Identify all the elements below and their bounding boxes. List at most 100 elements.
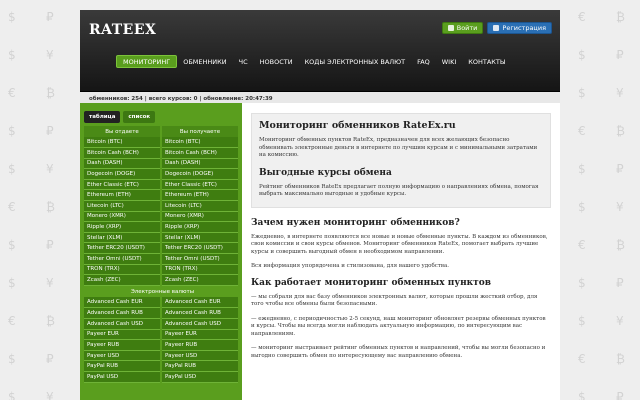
login-button[interactable]: Войти <box>441 22 484 34</box>
give-currency-cell[interactable]: PayPal USD <box>84 371 160 383</box>
get-currency-cell[interactable]: Tether ERC20 (USDT) <box>162 242 238 255</box>
currency-pattern-icon: ₽ <box>46 10 54 24</box>
give-currency-cell[interactable]: Tether Omni (USDT) <box>84 253 160 265</box>
give-currency-cell[interactable]: Tether ERC20 (USDT) <box>84 242 160 255</box>
nav-item[interactable]: ЧС <box>233 55 254 68</box>
page-title: Мониторинг обменников RateEx.ru <box>259 120 456 131</box>
get-currency-cell[interactable]: PayPal RUB <box>162 360 238 372</box>
currency-pattern-icon: € <box>8 314 16 328</box>
nav-item[interactable]: Контакты <box>462 55 511 68</box>
give-currency-cell[interactable]: TRON (TRX) <box>84 264 160 276</box>
currency-pattern-icon: $ <box>578 276 586 290</box>
give-currency-cell[interactable]: Stellar (XLM) <box>84 232 160 244</box>
get-currency-cell[interactable]: Payeer EUR <box>162 329 238 341</box>
get-currency-cell[interactable]: Zcash (ZEC) <box>162 274 238 286</box>
table-row: Ripple (XRP) Ripple (XRP) <box>84 221 238 233</box>
currency-pattern-icon: ¥ <box>616 314 624 328</box>
currency-pattern-icon: ₽ <box>46 124 54 138</box>
get-currency-cell[interactable]: Dogecoin (DOGE) <box>162 168 238 180</box>
why-paragraph: Ежедневно, в интернете появляются все но… <box>251 233 548 255</box>
currency-pattern-icon: $ <box>578 200 586 214</box>
give-currency-cell[interactable]: Bitcoin Cash (BCH) <box>84 147 160 159</box>
give-currency-cell[interactable]: Ethereum (ETH) <box>84 189 160 202</box>
register-button[interactable]: Регистрация <box>487 22 552 34</box>
table-row: Monero (XMR) Monero (XMR) <box>84 211 238 223</box>
table-row: Payeer RUB Payeer RUB <box>84 339 238 351</box>
give-currency-cell[interactable]: PayPal RUB <box>84 360 160 372</box>
table-row: Dash (DASH) Dash (DASH) <box>84 158 238 170</box>
give-currency-cell[interactable]: Advanced Cash RUB <box>84 307 160 319</box>
login-icon <box>447 25 454 31</box>
currency-pattern-icon: € <box>578 124 586 138</box>
table-row: Litecoin (LTC) Litecoin (LTC) <box>84 200 238 212</box>
register-label: Регистрация <box>502 24 546 32</box>
give-currency-cell[interactable]: Dash (DASH) <box>84 158 160 170</box>
get-currency-cell[interactable]: Litecoin (LTC) <box>162 200 238 212</box>
currency-pattern-icon: $ <box>578 390 586 400</box>
table-row: Bitcoin Cash (BCH) Bitcoin Cash (BCH) <box>84 147 238 159</box>
currency-pattern-icon: $ <box>8 238 16 252</box>
currency-pattern-icon: ¥ <box>46 48 54 62</box>
give-currency-cell[interactable]: Payeer EUR <box>84 329 160 341</box>
currency-pattern-icon: $ <box>8 390 16 400</box>
nav-item[interactable]: Новости <box>254 55 299 68</box>
nav-item[interactable]: Коды электронных валют <box>299 55 412 68</box>
get-currency-cell[interactable]: Dash (DASH) <box>162 158 238 170</box>
currency-pattern-icon: € <box>578 10 586 24</box>
nav-item[interactable]: Wiki <box>436 55 463 68</box>
currency-pattern-icon: $ <box>8 162 16 176</box>
login-label: Войти <box>456 24 478 32</box>
get-currency-cell[interactable]: Advanced Cash EUR <box>162 297 238 309</box>
get-currency-cell[interactable]: PayPal USD <box>162 371 238 383</box>
give-currency-cell[interactable]: Advanced Cash EUR <box>84 297 160 309</box>
intro-paragraph: Мониторинг обменных пунктов RateEx, пред… <box>259 137 538 158</box>
give-currency-cell[interactable]: Zcash (ZEC) <box>84 274 160 286</box>
get-currency-cell[interactable]: Ethereum (ETH) <box>162 189 238 202</box>
info-paragraph: Вся информация упорядочена и стилизована… <box>251 263 450 269</box>
link-icon <box>493 25 500 31</box>
get-currency-cell[interactable]: Payeer RUB <box>162 339 238 351</box>
currency-pattern-icon: ¥ <box>46 276 54 290</box>
give-currency-cell[interactable]: Litecoin (LTC) <box>84 200 160 212</box>
give-currency-cell[interactable]: Ripple (XRP) <box>84 221 160 233</box>
nav-item[interactable]: Обменники <box>177 55 232 68</box>
get-currency-cell[interactable]: Ripple (XRP) <box>162 221 238 233</box>
how-paragraph-2: — ежедневно, с периодичностью 2-5 секунд… <box>251 315 546 337</box>
get-currency-cell[interactable]: Bitcoin (BTC) <box>162 137 238 149</box>
currency-pattern-icon: ¥ <box>616 86 624 100</box>
give-currency-cell[interactable]: Monero (XMR) <box>84 211 160 223</box>
tab-list[interactable]: список <box>123 111 156 123</box>
get-currency-cell[interactable]: Bitcoin Cash (BCH) <box>162 147 238 159</box>
why-section: Зачем нужен мониторинг обменников? Ежедн… <box>251 218 551 361</box>
get-currency-cell[interactable]: Payeer USD <box>162 350 238 362</box>
section-heading-rates: Выгодные курсы обмена <box>259 167 392 178</box>
currency-pattern-icon: ₽ <box>616 276 624 290</box>
get-currency-cell[interactable]: TRON (TRX) <box>162 264 238 276</box>
tab-table[interactable]: таблица <box>84 111 121 123</box>
currency-pattern-icon: ¥ <box>46 390 54 400</box>
give-currency-cell[interactable]: Bitcoin (BTC) <box>84 137 160 149</box>
currency-pattern-icon: $ <box>8 10 16 24</box>
table-row: Ether Classic (ETC) Ether Classic (ETC) <box>84 179 238 191</box>
table-row: Stellar (XLM) Stellar (XLM) <box>84 232 238 244</box>
site-header: RATEEX Войти Регистрация Мониторинг Обмен… <box>80 10 560 92</box>
give-currency-cell[interactable]: Payeer USD <box>84 350 160 362</box>
give-currency-cell[interactable]: Payeer RUB <box>84 339 160 351</box>
site-logo[interactable]: RATEEX <box>89 22 156 38</box>
get-currency-cell[interactable]: Advanced Cash RUB <box>162 307 238 319</box>
nav-item[interactable]: Мониторинг <box>116 55 178 68</box>
give-currency-cell[interactable]: Dogecoin (DOGE) <box>84 168 160 180</box>
currency-pattern-icon: $ <box>8 276 16 290</box>
get-currency-cell[interactable]: Tether Omni (USDT) <box>162 253 238 265</box>
get-currency-cell[interactable]: Ether Classic (ETC) <box>162 179 238 191</box>
nav-item[interactable]: FAQ <box>411 55 436 68</box>
give-currency-cell[interactable]: Ether Classic (ETC) <box>84 179 160 191</box>
get-currency-cell[interactable]: Advanced Cash USD <box>162 318 238 330</box>
currency-pattern-icon: ₿ <box>46 200 55 214</box>
get-currency-cell[interactable]: Stellar (XLM) <box>162 232 238 244</box>
get-currency-cell[interactable]: Monero (XMR) <box>162 211 238 223</box>
rates-paragraph: Рейтинг обменников RateEx предлагает пол… <box>259 183 539 198</box>
table-row: Advanced Cash RUB Advanced Cash RUB <box>84 307 238 319</box>
currency-pattern-icon: ₽ <box>616 162 624 176</box>
give-currency-cell[interactable]: Advanced Cash USD <box>84 318 160 330</box>
